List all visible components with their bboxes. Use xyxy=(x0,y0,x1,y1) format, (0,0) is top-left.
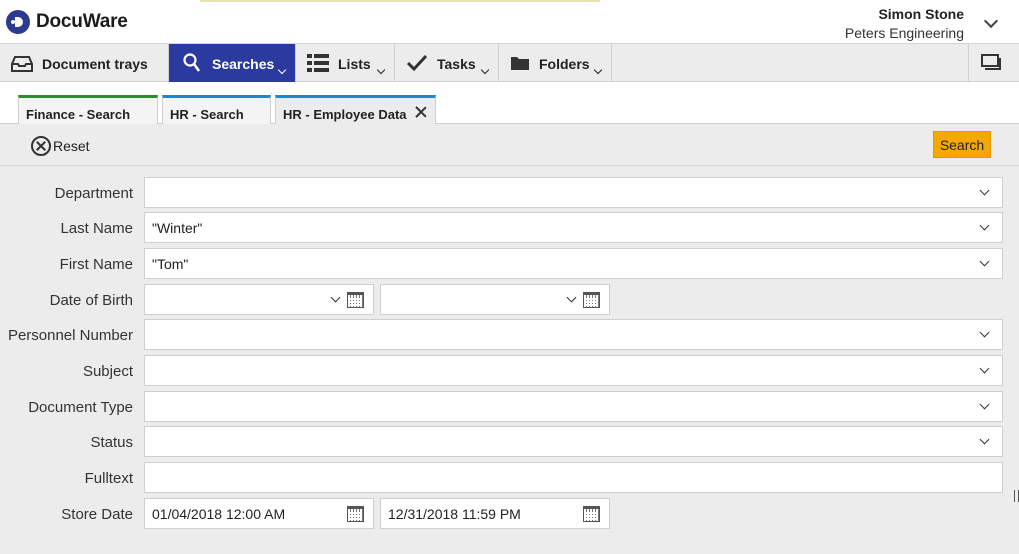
user-company: Peters Engineering xyxy=(844,25,964,41)
chevron-down-icon[interactable] xyxy=(979,363,990,374)
nav-document-trays[interactable]: Document trays xyxy=(0,44,169,82)
search-toolbar: Reset Search xyxy=(0,124,1019,166)
date-of-birth-from-field[interactable] xyxy=(144,284,374,315)
docuware-app: DocuWare Simon Stone Peters Engineering … xyxy=(0,0,1019,554)
list-icon xyxy=(307,54,329,72)
lists-chevron-down-icon[interactable] xyxy=(376,65,386,75)
nav-label-document-trays: Document trays xyxy=(42,56,148,72)
chevron-down-icon[interactable] xyxy=(330,292,341,303)
nav-divider xyxy=(968,44,969,82)
search-tabs: Finance - Search HR - Search HR - Employ… xyxy=(0,82,1019,125)
calendar-icon[interactable] xyxy=(583,506,600,522)
store-date-from-field[interactable]: 01/04/2018 12:00 AM xyxy=(144,498,374,529)
form-row-first-name: First Name "Tom" xyxy=(0,248,1019,280)
department-label: Department xyxy=(54,185,133,202)
last-name-value: "Winter" xyxy=(152,220,203,236)
chevron-down-icon[interactable] xyxy=(979,399,990,410)
date-of-birth-to-field[interactable] xyxy=(380,284,610,315)
docuware-logo-icon xyxy=(6,10,30,34)
form-row-document-type: Document Type xyxy=(0,391,1019,423)
form-row-last-name: Last Name "Winter" xyxy=(0,212,1019,244)
nav-label-tasks: Tasks xyxy=(437,56,476,72)
subject-field[interactable] xyxy=(144,355,1003,386)
nav-searches[interactable]: Searches xyxy=(169,44,296,82)
reset-button[interactable]: Reset xyxy=(31,136,90,156)
calendar-icon[interactable] xyxy=(347,292,364,308)
tab-label: HR - Employee Data xyxy=(283,107,407,122)
first-name-field[interactable]: "Tom" xyxy=(144,248,1003,279)
chevron-down-icon[interactable] xyxy=(979,256,990,267)
chevron-down-icon[interactable] xyxy=(979,434,990,445)
chevron-down-icon[interactable] xyxy=(566,292,577,303)
tab-finance-search[interactable]: Finance - Search xyxy=(18,95,158,124)
nav-label-lists: Lists xyxy=(338,56,371,72)
status-label: Status xyxy=(90,434,133,451)
form-row-department: Department xyxy=(0,177,1019,209)
folder-icon xyxy=(511,57,529,70)
store-date-to-value: 12/31/2018 11:59 PM xyxy=(388,506,521,522)
tab-hr-search[interactable]: HR - Search xyxy=(162,95,271,124)
personnel-number-field[interactable] xyxy=(144,319,1003,350)
searches-chevron-down-icon[interactable] xyxy=(277,65,287,75)
form-row-fulltext: Fulltext xyxy=(0,462,1019,494)
store-date-from-value: 01/04/2018 12:00 AM xyxy=(152,506,286,522)
tab-label: HR - Search xyxy=(170,107,244,122)
last-name-label: Last Name xyxy=(60,220,133,237)
personnel-number-label: Personnel Number xyxy=(7,327,133,344)
form-row-personnel-number: Personnel Number xyxy=(0,319,1019,351)
form-row-status: Status xyxy=(0,426,1019,458)
document-type-field[interactable] xyxy=(144,391,1003,422)
close-icon[interactable] xyxy=(415,106,427,118)
fulltext-label: Fulltext xyxy=(84,470,133,487)
user-menu-chevron-icon[interactable] xyxy=(983,13,999,29)
document-type-label: Document Type xyxy=(28,399,133,416)
panel-resize-grip[interactable] xyxy=(1014,490,1019,502)
app-name: DocuWare xyxy=(36,11,128,32)
reset-icon xyxy=(31,136,51,156)
tray-icon xyxy=(11,56,33,72)
tab-label: Finance - Search xyxy=(26,107,131,122)
main-navigation: Document trays Searches Lists Tasks Fold… xyxy=(0,44,1019,82)
chevron-down-icon[interactable] xyxy=(979,185,990,196)
form-row-subject: Subject xyxy=(0,355,1019,387)
reset-label: Reset xyxy=(53,138,90,154)
subject-label: Subject xyxy=(82,363,133,380)
chevron-down-icon[interactable] xyxy=(979,327,990,338)
header-top-strip xyxy=(200,0,600,2)
folders-chevron-down-icon[interactable] xyxy=(593,65,603,75)
form-row-date-of-birth: Date of Birth xyxy=(0,284,1019,316)
calendar-icon[interactable] xyxy=(583,292,600,308)
nav-tasks[interactable]: Tasks xyxy=(395,44,499,82)
tasks-chevron-down-icon[interactable] xyxy=(480,65,490,75)
tab-hr-employee-data[interactable]: HR - Employee Data xyxy=(275,95,436,125)
calendar-icon[interactable] xyxy=(347,506,364,522)
first-name-label: First Name xyxy=(59,256,133,273)
nav-label-folders: Folders xyxy=(539,56,590,72)
search-button[interactable]: Search xyxy=(933,131,991,158)
status-field[interactable] xyxy=(144,426,1003,457)
department-field[interactable] xyxy=(144,177,1003,208)
nav-folders[interactable]: Folders xyxy=(499,44,612,82)
nav-label-searches: Searches xyxy=(212,56,275,72)
search-icon xyxy=(183,53,201,72)
app-header: DocuWare Simon Stone Peters Engineering xyxy=(0,0,1019,44)
user-name: Simon Stone xyxy=(878,6,964,22)
docuware-logo[interactable]: DocuWare xyxy=(6,10,128,34)
first-name-value: "Tom" xyxy=(152,256,189,272)
user-info[interactable]: Simon Stone Peters Engineering xyxy=(845,6,964,41)
check-icon xyxy=(406,54,428,72)
last-name-field[interactable]: "Winter" xyxy=(144,212,1003,243)
store-date-label: Store Date xyxy=(61,506,133,523)
window-layout-icon[interactable] xyxy=(981,54,1001,70)
date-of-birth-label: Date of Birth xyxy=(49,292,133,309)
fulltext-field[interactable] xyxy=(144,462,1003,493)
chevron-down-icon[interactable] xyxy=(979,220,990,231)
nav-lists[interactable]: Lists xyxy=(296,44,395,82)
form-row-store-date: Store Date 01/04/2018 12:00 AM 12/31/201… xyxy=(0,498,1019,530)
store-date-to-field[interactable]: 12/31/2018 11:59 PM xyxy=(380,498,610,529)
